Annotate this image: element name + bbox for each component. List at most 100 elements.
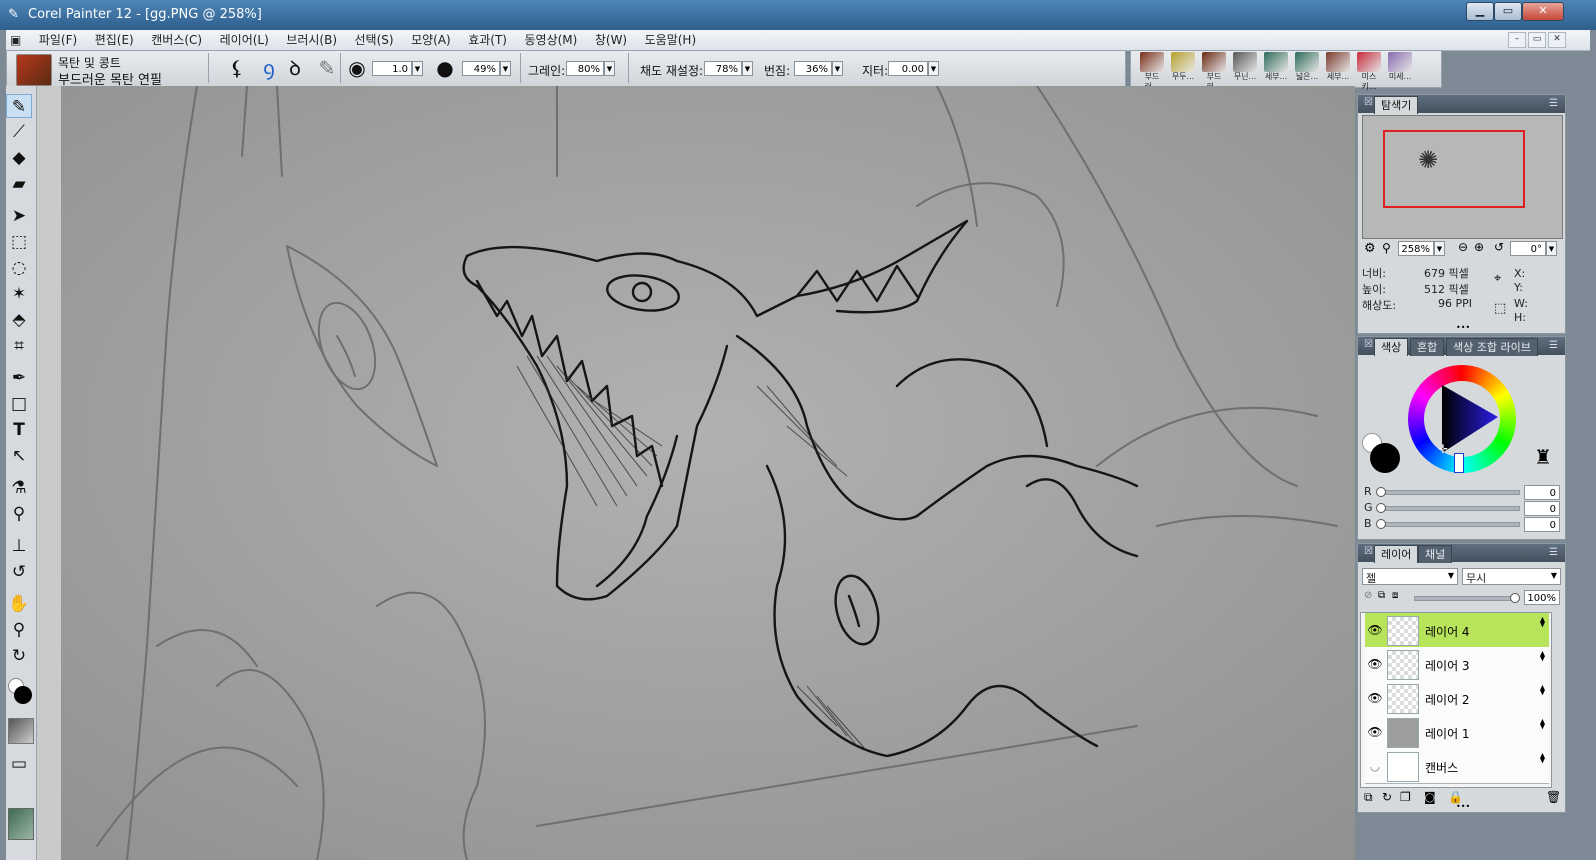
new-layer-icon[interactable]: ❐ [1400, 790, 1411, 804]
close-button[interactable]: ✕ [1522, 2, 1564, 21]
rectangle-shape-tool-icon[interactable]: □ [6, 392, 32, 416]
menu-select[interactable]: 선택(S) [348, 30, 401, 50]
screen-mode-icon[interactable]: ▭ [6, 752, 32, 776]
size-field[interactable]: 1.0 [372, 61, 412, 76]
resaturation-dropdown[interactable]: ▼ [742, 61, 753, 76]
lasso-tool-icon[interactable]: ◌ [6, 256, 32, 280]
layer-row[interactable]: 👁 레이어 3 ⧫ [1365, 647, 1549, 682]
rotate-page-tool-icon[interactable]: ↻ [6, 644, 32, 668]
dodge-tool-icon[interactable]: ⊥ [6, 534, 32, 558]
menu-file[interactable]: 파일(F) [32, 30, 84, 50]
layer-adjuster-tool-icon[interactable]: ➤ [6, 204, 32, 228]
panel-close-icon[interactable]: ☒ [1364, 339, 1373, 350]
rubber-stamp-tool-icon[interactable]: ⚲ [6, 502, 32, 526]
dropper-tool-icon[interactable]: ⟋ [6, 120, 32, 144]
menu-layers[interactable]: 레이어(L) [213, 30, 276, 50]
recent-brush-8[interactable]: 미세... [1386, 52, 1414, 84]
dynamic-plugins-icon[interactable]: ↻ [1382, 790, 1392, 804]
rotate-icon[interactable]: ↺ [1494, 240, 1504, 254]
lock-layer-icon[interactable]: ⧈ [1392, 590, 1398, 601]
pen-tool-icon[interactable]: ✒ [6, 366, 32, 390]
recent-brush-3[interactable]: 무닌... [1231, 52, 1259, 84]
brush-tool-icon[interactable]: ✎ [6, 94, 32, 118]
drawing-canvas[interactable] [37, 86, 1355, 860]
delete-layer-icon[interactable]: 🗑 [1546, 790, 1561, 804]
layer-opacity-value[interactable]: 100% [1524, 590, 1560, 605]
pick-up-color-icon[interactable]: ⧉ [1378, 590, 1385, 601]
doc-close-button[interactable]: ✕ [1548, 32, 1566, 48]
tab-layers[interactable]: 레이어 [1374, 545, 1419, 563]
blend-mode-select[interactable]: 젤 ▼ [1362, 568, 1458, 585]
eraser-tool-icon[interactable]: ▰ [6, 172, 32, 196]
minimize-button[interactable]: ▁ [1466, 2, 1494, 21]
stroke-straight-icon[interactable]: ꝺ [282, 55, 308, 81]
menu-effects[interactable]: 효과(T) [461, 30, 514, 50]
main-color-chip[interactable] [1370, 443, 1400, 473]
grain-field[interactable]: 80% [566, 61, 604, 76]
tab-color-harmony[interactable]: 색상 조합 라이브 [1446, 338, 1538, 356]
jitter-dropdown[interactable]: ▼ [928, 61, 939, 76]
magnifier-tool-icon[interactable]: ⚲ [6, 618, 32, 642]
magic-wand-tool-icon[interactable]: ✶ [6, 282, 32, 306]
brush-selector-icon[interactable] [16, 54, 52, 86]
navigator-preview[interactable]: ✺ [1362, 115, 1563, 239]
shape-selection-tool-icon[interactable]: ↖ [6, 444, 32, 468]
grabber-tool-icon[interactable]: ✋ [6, 592, 32, 616]
panel-close-icon[interactable]: ☒ [1364, 97, 1373, 108]
paint-bucket-tool-icon[interactable]: ◆ [6, 146, 32, 170]
menu-edit[interactable]: 편집(E) [88, 30, 141, 50]
layer-row[interactable]: 👁 레이어 2 ⧫ [1365, 681, 1549, 716]
b-value[interactable]: 0 [1524, 517, 1560, 532]
layer-row[interactable]: 👁 레이어 4 ⧫ [1365, 613, 1549, 648]
recent-brush-1[interactable]: 무두... [1169, 52, 1197, 84]
tab-color[interactable]: 색상 [1374, 338, 1409, 356]
clone-color-icon[interactable]: ♜ [1534, 445, 1552, 469]
recent-brush-5[interactable]: 넓은... [1293, 52, 1321, 84]
r-slider-knob[interactable] [1376, 487, 1386, 497]
zoom-in-icon[interactable]: ⊕ [1474, 240, 1484, 254]
rotation-field[interactable]: 0° [1510, 241, 1546, 256]
rect-select-tool-icon[interactable]: ⬚ [6, 230, 32, 254]
hue-ring-handle[interactable] [1454, 453, 1464, 473]
visibility-eye-icon[interactable]: 👁 [1367, 623, 1383, 637]
zoom-field[interactable]: 258% [1398, 241, 1434, 256]
g-slider-knob[interactable] [1376, 503, 1386, 513]
tab-navigator[interactable]: 탐색기 [1374, 96, 1419, 114]
recent-brush-7[interactable]: 미스키... [1355, 52, 1383, 91]
panel-menu-icon[interactable]: ☰ [1549, 340, 1561, 351]
menu-window[interactable]: 창(W) [588, 30, 634, 50]
stylus-icon[interactable]: ✎ [314, 55, 340, 81]
paper-selector[interactable] [8, 718, 34, 744]
burn-tool-icon[interactable]: ↺ [6, 560, 32, 584]
panel-resize-grip[interactable]: ••• [1456, 802, 1470, 811]
canvas-layer-row[interactable]: ◡ 캔버스 ⧫ [1365, 749, 1549, 784]
menu-movie[interactable]: 동영상(M) [518, 30, 585, 50]
tab-channels[interactable]: 채널 [1418, 545, 1453, 563]
panel-menu-icon[interactable]: ☰ [1549, 547, 1561, 558]
bleed-field[interactable]: 36% [794, 61, 832, 76]
layer-commands-icon[interactable]: ⧉ [1364, 790, 1373, 805]
size-dropdown[interactable]: ▼ [412, 61, 423, 76]
visibility-eye-closed-icon[interactable]: ◡ [1367, 759, 1383, 773]
opacity-dropdown[interactable]: ▼ [500, 61, 511, 76]
cloner-tool-icon[interactable]: ⚗ [6, 476, 32, 500]
grain-dropdown[interactable]: ▼ [604, 61, 615, 76]
opacity-field[interactable]: 49% [462, 61, 500, 76]
visibility-eye-icon[interactable]: 👁 [1367, 691, 1383, 705]
dab-tracking-icon[interactable]: ⚸ [224, 55, 250, 81]
recent-brush-2[interactable]: 부드러... [1200, 52, 1228, 91]
crop-tool-icon[interactable]: ⌗ [6, 334, 32, 358]
opacity-slider[interactable] [1414, 596, 1516, 601]
panel-close-icon[interactable]: ☒ [1364, 546, 1373, 557]
visibility-eye-icon[interactable]: 👁 [1367, 725, 1383, 739]
maximize-button[interactable]: ▭ [1494, 2, 1522, 21]
menu-help[interactable]: 도움말(H) [638, 30, 704, 50]
opacity-slider-knob[interactable] [1510, 593, 1520, 603]
doc-restore-button[interactable]: ▭ [1528, 32, 1546, 48]
color-triangle[interactable]: ✛ [1432, 381, 1508, 459]
rotation-dropdown[interactable]: ▼ [1546, 241, 1557, 256]
r-value[interactable]: 0 [1524, 485, 1560, 500]
resaturation-field[interactable]: 78% [704, 61, 742, 76]
bleed-dropdown[interactable]: ▼ [832, 61, 843, 76]
selection-adjuster-tool-icon[interactable]: ⬘ [6, 308, 32, 332]
